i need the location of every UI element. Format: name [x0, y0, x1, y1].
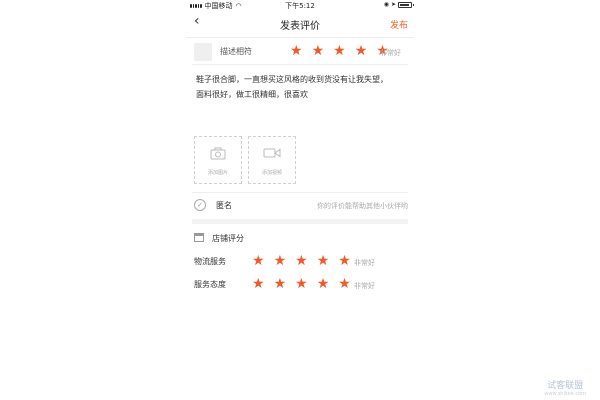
star-icon[interactable]: ★ [274, 254, 287, 268]
add-video-label: 添加视频 [261, 170, 282, 176]
anonymous-hint: 你的评价能帮助其他小伙伴哟 [317, 202, 408, 210]
service-rating-label: 服务态度 [194, 280, 226, 289]
watermark: 试客联盟 www.shikee.com [544, 378, 586, 397]
location-icon: ➤ [390, 1, 396, 8]
star-icon[interactable]: ★ [317, 277, 330, 291]
service-rating-row: 服务态度 ★ ★ ★ ★ ★ 非常好 [192, 276, 408, 294]
star-icon[interactable]: ★ [312, 44, 325, 58]
divider [192, 192, 408, 193]
star-icon[interactable]: ★ [338, 277, 351, 291]
description-rating-label: 描述相符 [220, 47, 252, 56]
description-rating-text: 非常好 [380, 49, 401, 57]
review-line-2: 面料很好，做工很精细，很喜欢 [196, 90, 308, 99]
logistics-rating-row: 物流服务 ★ ★ ★ ★ ★ 非常好 [192, 253, 408, 271]
shop-rating-header: 店铺评分 [192, 230, 408, 248]
star-icon[interactable]: ★ [338, 254, 351, 268]
add-photo-button[interactable]: 添加图片 [194, 136, 242, 184]
star-icon[interactable]: ★ [252, 254, 265, 268]
nav-bar: ‹ 发表评价 发布 [186, 11, 414, 38]
star-icon[interactable]: ★ [252, 277, 265, 291]
section-separator [192, 219, 408, 224]
battery-icon [398, 1, 414, 8]
status-time: 下午5:12 [285, 2, 315, 10]
review-line-1: 鞋子很合脚，一直想买这风格的收到货没有让我失望， [196, 75, 388, 84]
logistics-rating-label: 物流服务 [194, 257, 226, 266]
service-star-rating[interactable]: ★ ★ ★ ★ ★ [252, 277, 360, 291]
shop-rating-title: 店铺评分 [212, 234, 244, 243]
service-rating-text: 非常好 [354, 282, 375, 290]
add-video-button[interactable]: 添加视频 [248, 136, 296, 184]
product-thumbnail [194, 43, 212, 61]
status-right: ◉ ➤ [383, 1, 414, 8]
lock-rotation-icon: ◉ [383, 1, 389, 8]
camera-icon [195, 147, 241, 164]
description-rating-row: 描述相符 ★ ★ ★ ★ ★ 非常好 [192, 40, 408, 65]
star-icon[interactable]: ★ [355, 44, 368, 58]
phone-screen: 中国移动 ◠ 下午5:12 ◉ ➤ ‹ 发表评价 发布 描述相符 ★ ★ ★ ★… [186, 0, 414, 400]
video-camera-icon [249, 147, 295, 163]
review-textarea[interactable]: 鞋子很合脚，一直想买这风格的收到货没有让我失望， 面料很好，做工很精细，很喜欢 [196, 72, 406, 102]
watermark-name: 试客联盟 [547, 381, 584, 391]
watermark-url: www.shikee.com [544, 391, 586, 397]
anonymous-checkbox-icon[interactable]: ✓ [194, 199, 206, 211]
star-icon[interactable]: ★ [274, 277, 287, 291]
shop-icon [194, 233, 204, 242]
logistics-star-rating[interactable]: ★ ★ ★ ★ ★ [252, 254, 360, 268]
star-icon[interactable]: ★ [295, 277, 308, 291]
star-icon[interactable]: ★ [290, 44, 303, 58]
status-bar: 中国移动 ◠ 下午5:12 ◉ ➤ [186, 0, 414, 11]
star-icon[interactable]: ★ [333, 44, 346, 58]
anonymous-label: 匿名 [216, 201, 232, 210]
add-photo-label: 添加图片 [207, 170, 228, 176]
anonymous-row: ✓ 匿名 你的评价能帮助其他小伙伴哟 [192, 196, 408, 216]
page-title: 发表评价 [280, 21, 320, 32]
publish-button[interactable]: 发布 [390, 18, 408, 31]
logistics-rating-text: 非常好 [354, 259, 375, 267]
star-icon[interactable]: ★ [295, 254, 308, 268]
star-icon[interactable]: ★ [317, 254, 330, 268]
